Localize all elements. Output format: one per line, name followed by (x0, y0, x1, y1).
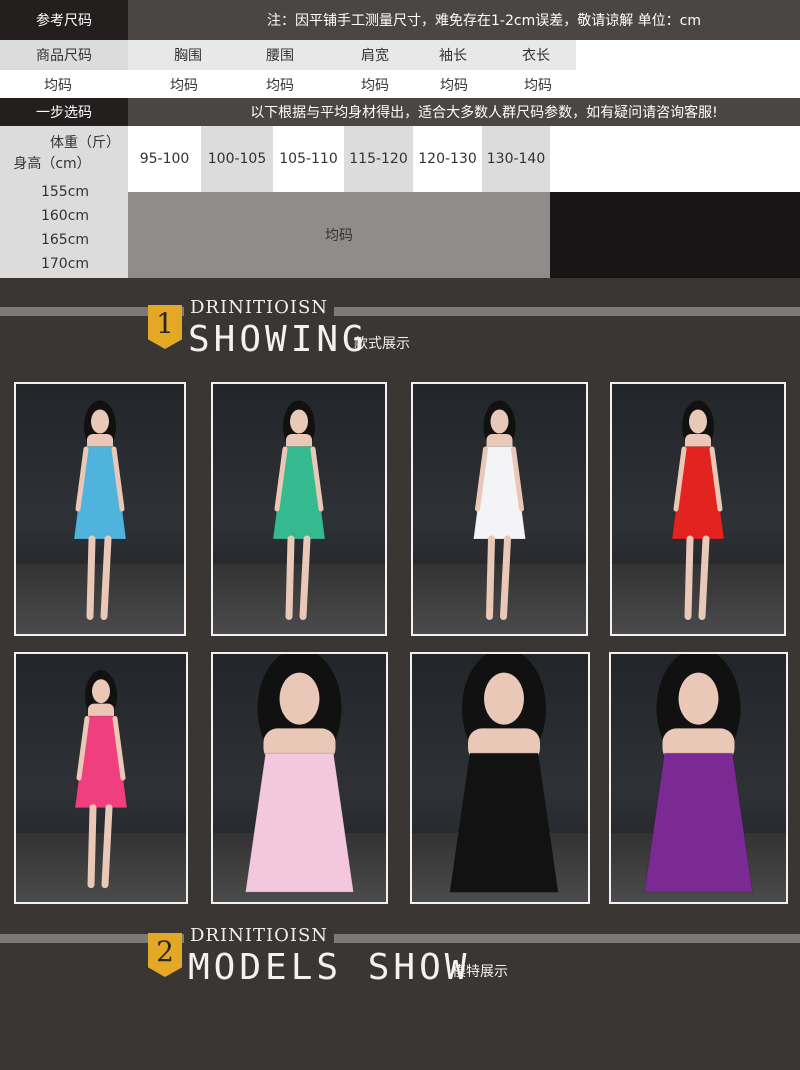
model-face (490, 409, 509, 434)
product-photo-light-pink[interactable] (211, 652, 388, 904)
header-waist: 腰围 (266, 48, 294, 64)
header-shoulder: 肩宽 (361, 48, 389, 64)
model-dress (643, 752, 754, 893)
header-product-size: 商品尺码 (0, 40, 128, 70)
fit-blank (550, 192, 800, 278)
height-170: 170cm (40, 256, 90, 272)
model-figure (472, 400, 527, 620)
fit-size-cell: 均码 (128, 192, 550, 278)
model-dress (449, 752, 559, 893)
height-165: 165cm (40, 232, 90, 248)
model-leg (299, 535, 311, 620)
value-length: 均码 (524, 78, 552, 94)
model-face (290, 409, 308, 434)
model-leg (285, 535, 295, 620)
model-dress (244, 752, 355, 893)
product-photo-purple[interactable] (609, 652, 788, 904)
model-face (678, 672, 719, 725)
product-photo-green[interactable] (211, 382, 387, 636)
section-subtitle: 模特展示 (452, 964, 508, 980)
section-title: MODELS SHOW (188, 947, 471, 988)
section-title: SHOWING (188, 319, 368, 360)
model-face (484, 672, 524, 725)
ref-size-label: 参考尺码 (0, 0, 128, 40)
height-label: 身高（cm） (13, 156, 91, 172)
weight-blank (550, 126, 800, 192)
header-length: 衣长 (522, 48, 550, 64)
model-figure (74, 670, 128, 889)
product-photo-blue[interactable] (14, 382, 186, 636)
model-leg (486, 535, 495, 620)
weight-120-130: 120-130 (413, 126, 482, 192)
weight-100-105: 100-105 (201, 126, 273, 192)
section-eyebrow: DRINITIOISN (184, 925, 335, 946)
model-face (92, 679, 110, 704)
value-product-size: 均码 (44, 78, 72, 94)
section-divider (0, 934, 800, 943)
size-table: 参考尺码 注：因平铺手工测量尺寸，难免存在1-2cm误差，敬请谅解 单位：cm … (0, 0, 800, 278)
weight-95-100: 95-100 (128, 126, 201, 192)
step-size-label: 一步选码 (0, 98, 128, 126)
height-155: 155cm (40, 184, 90, 200)
product-photo-black[interactable] (410, 652, 590, 904)
model-leg (101, 804, 113, 889)
value-shoulder: 均码 (361, 78, 389, 94)
model-leg (86, 535, 96, 620)
header-bust: 胸围 (174, 48, 202, 64)
value-bust: 均码 (170, 78, 198, 94)
model-leg (100, 535, 112, 620)
model-figure (449, 654, 559, 893)
model-face (91, 409, 109, 434)
step-notice: 以下根据与平均身材得出，适合大多数人群尺码参数，如有疑问请咨询客服! (128, 98, 800, 126)
product-photo-pink[interactable] (14, 652, 188, 904)
section-models-header: 2 DRINITIOISN MODELS SHOW 模特展示 (0, 925, 800, 995)
product-photo-white[interactable] (411, 382, 588, 636)
weight-130-140: 130-140 (482, 126, 550, 192)
model-figure (244, 654, 355, 893)
section-number-badge: 2 (148, 933, 182, 977)
model-figure (272, 400, 326, 620)
value-waist: 均码 (266, 78, 294, 94)
model-face (279, 672, 320, 725)
header-sleeve: 袖长 (439, 48, 467, 64)
weight-label: 体重（斤） (50, 135, 120, 151)
section-number-badge: 1 (148, 305, 182, 349)
section-divider (0, 307, 800, 316)
weight-105-110: 105-110 (273, 126, 344, 192)
section-subtitle: 款式展示 (354, 336, 410, 352)
model-figure (73, 400, 127, 620)
model-figure (671, 400, 725, 620)
product-photo-red[interactable] (610, 382, 786, 636)
weight-115-120: 115-120 (344, 126, 413, 192)
height-160: 160cm (40, 208, 90, 224)
model-face (689, 409, 707, 434)
model-figure (643, 654, 754, 893)
model-leg (87, 804, 97, 889)
model-leg (500, 535, 511, 620)
section-showing-header: 1 DRINITIOISN SHOWING 款式展示 (0, 295, 800, 365)
measure-notice: 注：因平铺手工测量尺寸，难免存在1-2cm误差，敬请谅解 单位：cm (128, 0, 800, 40)
model-leg (698, 535, 710, 620)
value-sleeve: 均码 (440, 78, 468, 94)
section-eyebrow: DRINITIOISN (184, 297, 335, 318)
model-leg (684, 535, 694, 620)
